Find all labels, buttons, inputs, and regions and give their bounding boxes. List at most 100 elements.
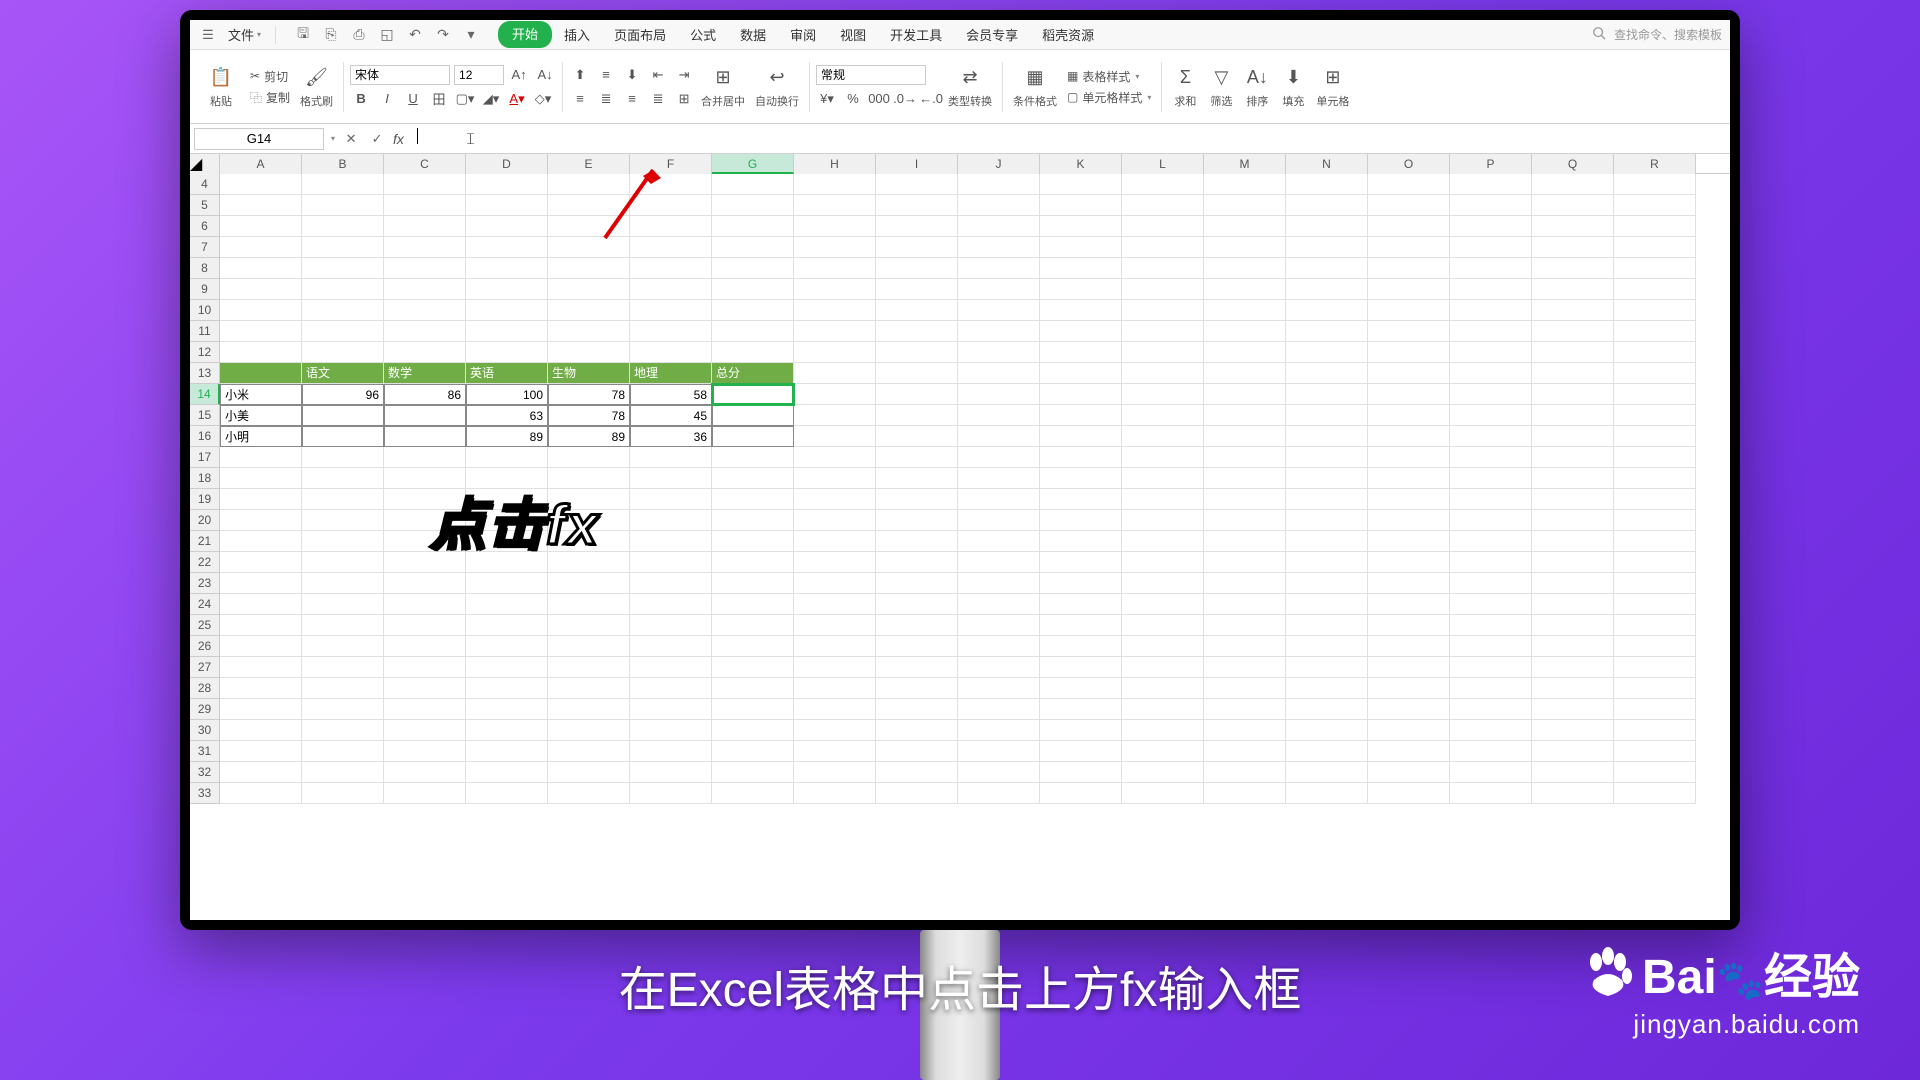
cell-L15[interactable]	[1122, 405, 1204, 426]
cell-K10[interactable]	[1040, 300, 1122, 321]
cell-K19[interactable]	[1040, 489, 1122, 510]
cell-Q25[interactable]	[1532, 615, 1614, 636]
cell-M31[interactable]	[1204, 741, 1286, 762]
cell-E17[interactable]	[548, 447, 630, 468]
row-header-23[interactable]: 23	[190, 573, 220, 594]
cell-R17[interactable]	[1614, 447, 1696, 468]
cell-M12[interactable]	[1204, 342, 1286, 363]
cell-I19[interactable]	[876, 489, 958, 510]
cell-G12[interactable]	[712, 342, 794, 363]
cell-I21[interactable]	[876, 531, 958, 552]
cell-R20[interactable]	[1614, 510, 1696, 531]
cell-A12[interactable]	[220, 342, 302, 363]
cell-C10[interactable]	[384, 300, 466, 321]
cell-R31[interactable]	[1614, 741, 1696, 762]
cell-A9[interactable]	[220, 279, 302, 300]
cell-M14[interactable]	[1204, 384, 1286, 405]
cell-E33[interactable]	[548, 783, 630, 804]
cell-R12[interactable]	[1614, 342, 1696, 363]
cell-D19[interactable]	[466, 489, 548, 510]
cell-G32[interactable]	[712, 762, 794, 783]
cell-E10[interactable]	[548, 300, 630, 321]
cell-P32[interactable]	[1450, 762, 1532, 783]
cell-R32[interactable]	[1614, 762, 1696, 783]
column-header-F[interactable]: F	[630, 154, 712, 174]
cell-H22[interactable]	[794, 552, 876, 573]
cell-R7[interactable]	[1614, 237, 1696, 258]
print-icon[interactable]: ⎙	[348, 24, 370, 46]
save-as-icon[interactable]: ⎘	[320, 24, 342, 46]
cell-H32[interactable]	[794, 762, 876, 783]
cell-O14[interactable]	[1368, 384, 1450, 405]
cell-R24[interactable]	[1614, 594, 1696, 615]
cell-L29[interactable]	[1122, 699, 1204, 720]
cell-N32[interactable]	[1286, 762, 1368, 783]
align-left-icon[interactable]: ≡	[569, 89, 591, 109]
cell-A26[interactable]	[220, 636, 302, 657]
tab-resources[interactable]: 稻壳资源	[1030, 21, 1106, 48]
cell-C15[interactable]	[384, 405, 466, 426]
cell-H17[interactable]	[794, 447, 876, 468]
cell-G30[interactable]	[712, 720, 794, 741]
cell-N29[interactable]	[1286, 699, 1368, 720]
cell-I26[interactable]	[876, 636, 958, 657]
cell-J29[interactable]	[958, 699, 1040, 720]
cell-B25[interactable]	[302, 615, 384, 636]
cell-C6[interactable]	[384, 216, 466, 237]
undo-icon[interactable]: ↶	[404, 24, 426, 46]
cell-A29[interactable]	[220, 699, 302, 720]
row-header-19[interactable]: 19	[190, 489, 220, 510]
cell-E29[interactable]	[548, 699, 630, 720]
cell-O24[interactable]	[1368, 594, 1450, 615]
cell-M29[interactable]	[1204, 699, 1286, 720]
tab-member[interactable]: 会员专享	[954, 21, 1030, 48]
cell-B27[interactable]	[302, 657, 384, 678]
cell-B16[interactable]	[302, 426, 384, 447]
column-header-M[interactable]: M	[1204, 154, 1286, 174]
cell-G17[interactable]	[712, 447, 794, 468]
row-header-29[interactable]: 29	[190, 699, 220, 720]
cell-G27[interactable]	[712, 657, 794, 678]
cell-E22[interactable]	[548, 552, 630, 573]
cell-B14[interactable]: 96	[302, 384, 384, 405]
cell-O19[interactable]	[1368, 489, 1450, 510]
cell-R33[interactable]	[1614, 783, 1696, 804]
cell-B30[interactable]	[302, 720, 384, 741]
cell-D32[interactable]	[466, 762, 548, 783]
cell-M6[interactable]	[1204, 216, 1286, 237]
cell-Q26[interactable]	[1532, 636, 1614, 657]
cell-G24[interactable]	[712, 594, 794, 615]
cell-F6[interactable]	[630, 216, 712, 237]
cell-L14[interactable]	[1122, 384, 1204, 405]
cell-H8[interactable]	[794, 258, 876, 279]
cell-F24[interactable]	[630, 594, 712, 615]
cell-F31[interactable]	[630, 741, 712, 762]
cell-M5[interactable]	[1204, 195, 1286, 216]
cell-Q14[interactable]	[1532, 384, 1614, 405]
row-header-10[interactable]: 10	[190, 300, 220, 321]
cell-R13[interactable]	[1614, 363, 1696, 384]
row-header-21[interactable]: 21	[190, 531, 220, 552]
cell-D11[interactable]	[466, 321, 548, 342]
strikethrough-button[interactable]: 田	[428, 89, 450, 109]
cell-R22[interactable]	[1614, 552, 1696, 573]
cell-R4[interactable]	[1614, 174, 1696, 195]
cell-G15[interactable]	[712, 405, 794, 426]
cell-R18[interactable]	[1614, 468, 1696, 489]
cell-M16[interactable]	[1204, 426, 1286, 447]
cell-F18[interactable]	[630, 468, 712, 489]
cell-F10[interactable]	[630, 300, 712, 321]
cell-B19[interactable]	[302, 489, 384, 510]
cell-Q24[interactable]	[1532, 594, 1614, 615]
cell-I25[interactable]	[876, 615, 958, 636]
cell-E12[interactable]	[548, 342, 630, 363]
cell-M7[interactable]	[1204, 237, 1286, 258]
cell-G8[interactable]	[712, 258, 794, 279]
cell-F16[interactable]: 36	[630, 426, 712, 447]
cell-O29[interactable]	[1368, 699, 1450, 720]
cell-K13[interactable]	[1040, 363, 1122, 384]
cell-B5[interactable]	[302, 195, 384, 216]
cell-B33[interactable]	[302, 783, 384, 804]
row-header-25[interactable]: 25	[190, 615, 220, 636]
cell-F11[interactable]	[630, 321, 712, 342]
